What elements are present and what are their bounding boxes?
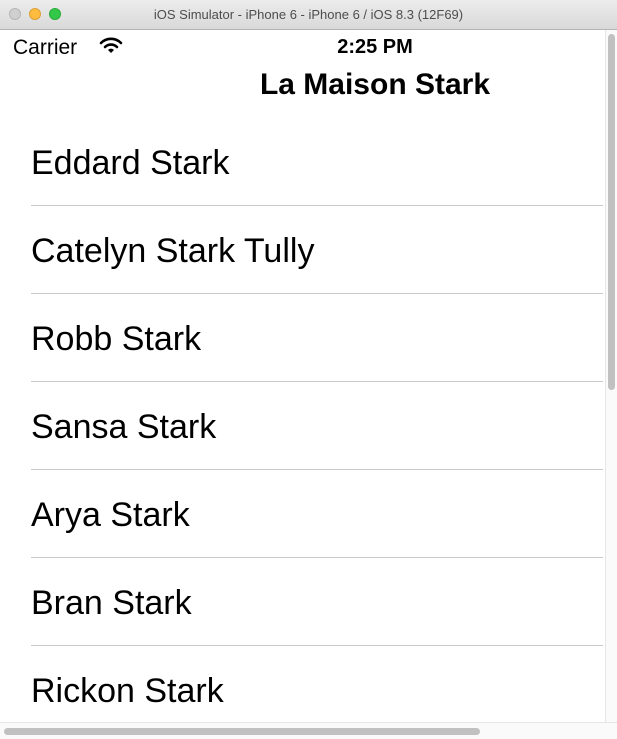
- simulator-screen: Carrier 2:25 PM La Maison Stark Eddard S…: [1, 30, 603, 722]
- table-row[interactable]: Catelyn Stark Tully: [31, 206, 603, 294]
- table-row[interactable]: Eddard Stark: [31, 118, 603, 206]
- row-label: Eddard Stark: [31, 144, 230, 182]
- table-view: Eddard Stark Catelyn Stark Tully Robb St…: [1, 118, 603, 722]
- row-label: Arya Stark: [31, 496, 190, 534]
- row-label: Robb Stark: [31, 320, 202, 358]
- table-row[interactable]: Bran Stark: [31, 558, 603, 646]
- nav-title: La Maison Stark: [259, 68, 491, 101]
- row-label: Sansa Stark: [31, 408, 217, 446]
- row-label: Catelyn Stark Tully: [31, 232, 315, 270]
- status-bar: Carrier 2:25 PM: [1, 30, 603, 64]
- status-time: 2:25 PM: [337, 36, 413, 58]
- vertical-scroll-thumb[interactable]: [608, 34, 615, 390]
- horizontal-scrollbar[interactable]: [0, 722, 617, 739]
- window-titlebar: iOS Simulator - iPhone 6 - iPhone 6 / iO…: [0, 0, 617, 30]
- row-label: Rickon Stark: [31, 672, 224, 710]
- table-row[interactable]: Rickon Stark: [31, 646, 603, 722]
- table-row[interactable]: Sansa Stark: [31, 382, 603, 470]
- table-row[interactable]: Robb Stark: [31, 294, 603, 382]
- table-row[interactable]: Arya Stark: [31, 470, 603, 558]
- row-label: Bran Stark: [31, 584, 192, 622]
- horizontal-scroll-thumb[interactable]: [4, 728, 480, 735]
- window-title: iOS Simulator - iPhone 6 - iPhone 6 / iO…: [153, 7, 464, 22]
- vertical-scrollbar[interactable]: [605, 30, 617, 722]
